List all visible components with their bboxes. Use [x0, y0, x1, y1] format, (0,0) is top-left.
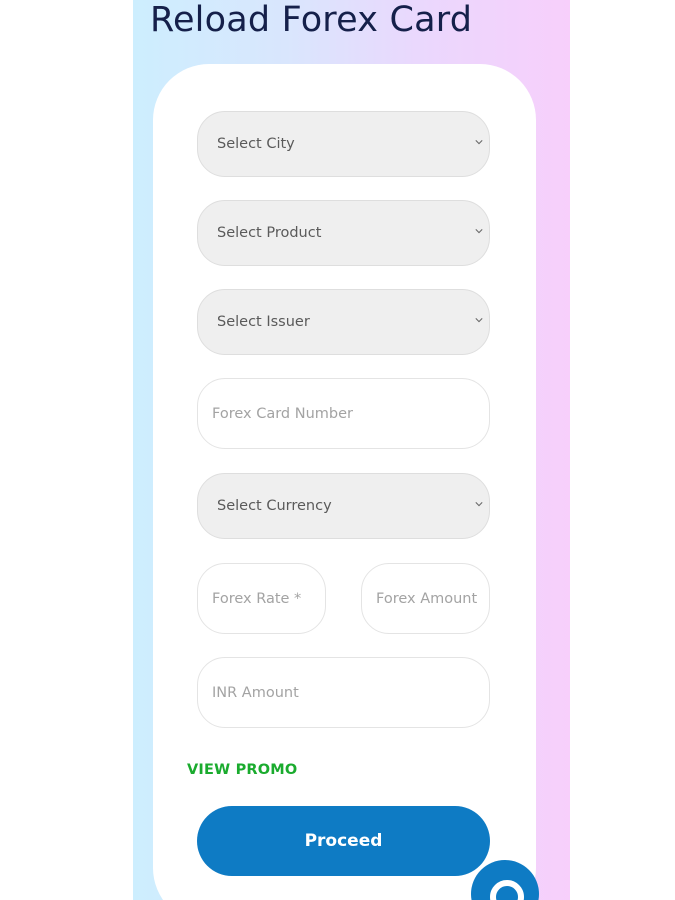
- city-select-value: Select City: [217, 136, 295, 152]
- forex-rate-input[interactable]: Forex Rate *: [197, 563, 326, 634]
- chevron-down-icon: [475, 140, 483, 145]
- forex-amount-placeholder: Forex Amount: [376, 590, 478, 607]
- inr-amount-placeholder: INR Amount: [212, 684, 299, 701]
- product-select[interactable]: Select Product: [197, 200, 490, 266]
- currency-select-value: Select Currency: [217, 498, 332, 514]
- page-title: Reload Forex Card: [150, 0, 473, 40]
- chevron-down-icon: [475, 318, 483, 323]
- inr-amount-input[interactable]: INR Amount: [197, 657, 490, 728]
- chat-icon: [490, 880, 524, 900]
- forex-card-number-placeholder: Forex Card Number: [212, 405, 353, 422]
- product-select-value: Select Product: [217, 225, 322, 241]
- chevron-down-icon: [475, 502, 483, 507]
- forex-card-number-input[interactable]: Forex Card Number: [197, 378, 490, 449]
- proceed-button[interactable]: Proceed: [197, 806, 490, 876]
- currency-select[interactable]: Select Currency: [197, 473, 490, 539]
- issuer-select-value: Select Issuer: [217, 314, 310, 330]
- page: Reload Forex Card Select City Select Pro…: [0, 0, 675, 900]
- city-select[interactable]: Select City: [197, 111, 490, 177]
- issuer-select[interactable]: Select Issuer: [197, 289, 490, 355]
- forex-rate-placeholder: Forex Rate *: [212, 590, 302, 607]
- forex-amount-input[interactable]: Forex Amount: [361, 563, 490, 634]
- chevron-down-icon: [475, 229, 483, 234]
- view-promo-link[interactable]: VIEW PROMO: [187, 762, 297, 778]
